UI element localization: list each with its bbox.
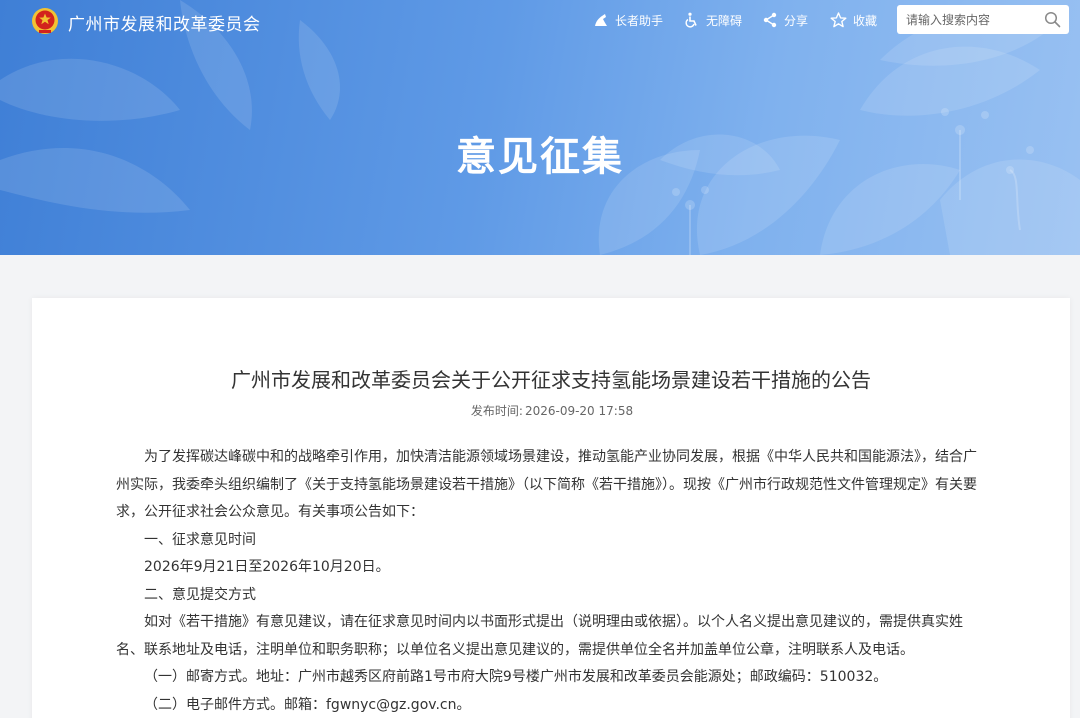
site-title[interactable]: 广州市发展和改革委员会: [68, 10, 261, 35]
elder-icon: [595, 14, 607, 26]
top-bar: 广州市发展和改革委员会 长者助手 无障碍 分享 收藏 请输入搜索内容: [0, 0, 1080, 42]
share-button[interactable]: 分享: [762, 10, 808, 30]
article-card: 广州市发展和改革委员会关于公开征求支持氢能场景建设若干措施的公告 发布时间: 20…: [32, 298, 1070, 718]
paragraph: 如对《若干措施》有意见建议，请在征求意见时间内以书面形式提出（说明理由或依据）。…: [116, 614, 963, 658]
national-emblem-icon: [30, 6, 60, 36]
publish-time: 发布时间: 2026-09-20 17:58: [32, 402, 1070, 419]
publish-time-value: 2026-09-20 17:58: [524, 404, 634, 418]
favorite-button[interactable]: 收藏: [830, 10, 877, 30]
section-heading: 二、意见提交方式: [144, 586, 256, 603]
favorite-label: 收藏: [853, 13, 878, 28]
wheelchair-icon: [685, 12, 697, 28]
search-icon[interactable]: [1044, 11, 1061, 28]
star-icon: [830, 12, 847, 28]
paragraph: （二）电子邮件方式。邮箱：fgwnyc@gz.gov.cn。: [144, 696, 471, 713]
section-heading: 一、征求意见时间: [144, 531, 256, 548]
paragraph: （一）邮寄方式。地址：广州市越秀区府前路1号市府大院9号楼广州市发展和改革委员会…: [144, 669, 888, 685]
elder-assistant-button[interactable]: 长者助手: [593, 10, 663, 30]
page-heading: 意见征集: [456, 134, 624, 180]
banner: 广州市发展和改革委员会 长者助手 无障碍 分享 收藏 请输入搜索内容 意见征集: [0, 0, 1080, 255]
search-input[interactable]: [897, 5, 1037, 34]
paragraph: 为了发挥碳达峰碳中和的战略牵引作用，加快清洁能源领域场景建设，推动氢能产业协同发…: [116, 449, 977, 520]
accessibility-label: 无障碍: [706, 13, 743, 28]
search-box: [897, 5, 1069, 34]
accessibility-button[interactable]: 无障碍: [684, 10, 742, 30]
share-label: 分享: [784, 13, 809, 28]
article-title: 广州市发展和改革委员会关于公开征求支持氢能场景建设若干措施的公告: [231, 368, 871, 392]
share-icon: [763, 12, 777, 28]
article-body: 为了发挥碳达峰碳中和的战略牵引作用，加快清洁能源领域场景建设，推动氢能产业协同发…: [116, 444, 986, 718]
paragraph: 2026年9月21日至2026年10月20日。: [144, 559, 390, 575]
elder-assistant-label: 长者助手: [615, 13, 664, 28]
publish-time-label: 发布时间:: [470, 404, 523, 418]
